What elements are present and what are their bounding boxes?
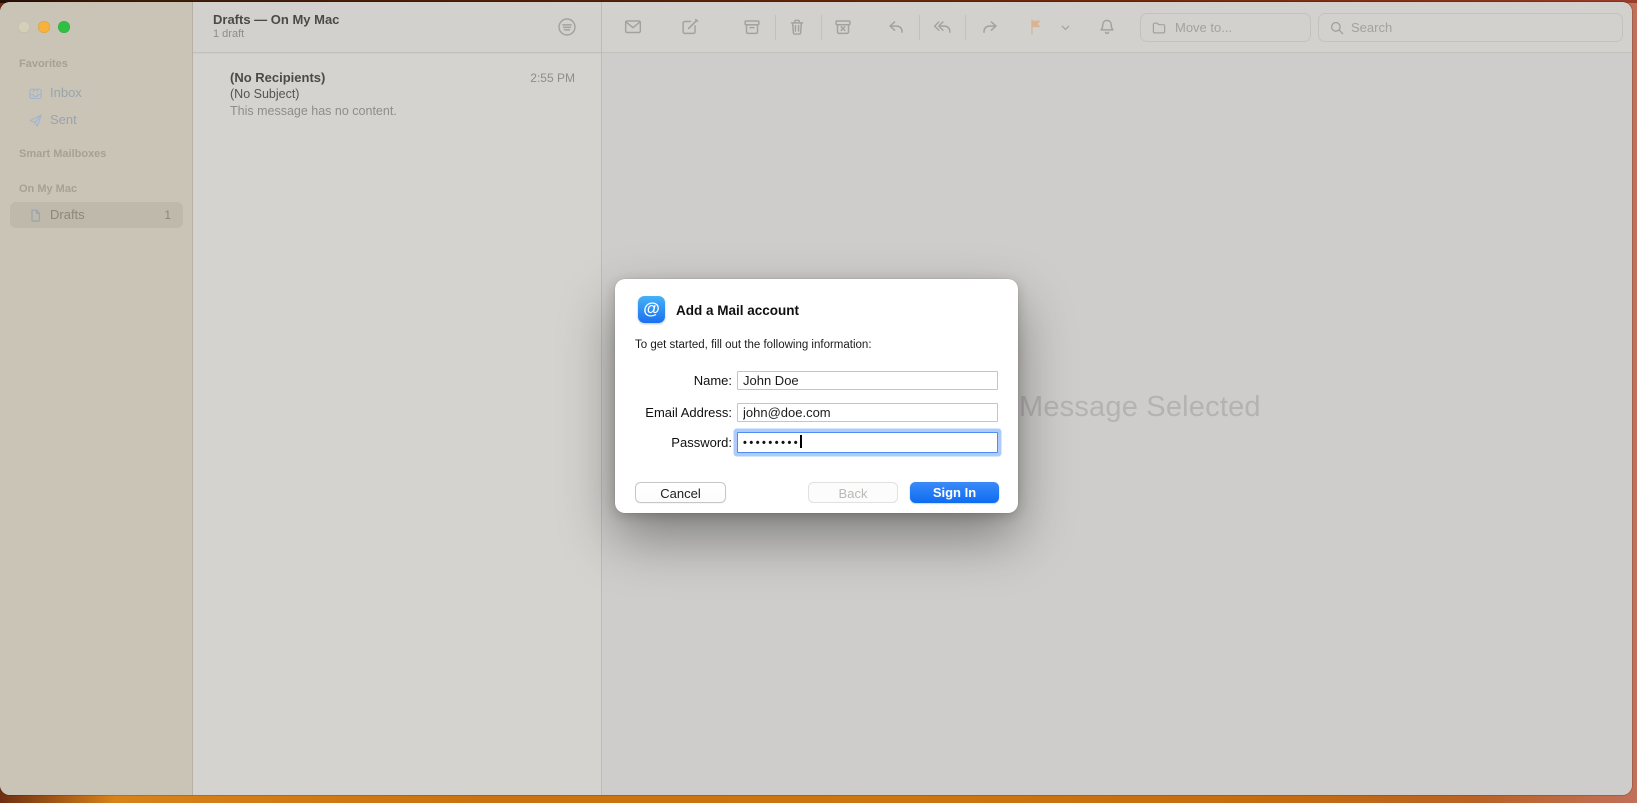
at-symbol-icon: @ — [638, 296, 665, 323]
window-close-button[interactable] — [18, 21, 30, 33]
sidebar-item-inbox[interactable]: Inbox — [6, 80, 186, 106]
flag-icon[interactable] — [1026, 16, 1048, 38]
paperplane-icon — [29, 114, 42, 127]
search-field[interactable] — [1318, 13, 1623, 42]
toolbar-divider — [775, 15, 776, 40]
chevron-down-icon[interactable] — [1059, 21, 1072, 34]
reply-all-icon[interactable] — [931, 16, 953, 38]
email-field-row: Email Address: — [615, 403, 1018, 423]
window-minimize-button[interactable] — [38, 21, 50, 33]
forward-icon[interactable] — [979, 16, 1001, 38]
sidebar-section-smart-mailboxes: Smart Mailboxes — [19, 148, 107, 160]
password-field-row: Password: ••••••••• — [615, 432, 1018, 453]
cancel-button[interactable]: Cancel — [635, 482, 726, 503]
email-address-label: Email Address: — [645, 405, 732, 420]
sidebar-item-label: Drafts — [50, 207, 85, 222]
message-list: (No Recipients) 2:55 PM (No Subject) Thi… — [193, 54, 601, 795]
filter-icon[interactable] — [556, 16, 578, 38]
sidebar-item-drafts[interactable]: Drafts 1 — [10, 202, 183, 228]
window-zoom-button[interactable] — [58, 21, 70, 33]
inbox-icon — [29, 88, 42, 100]
move-to-button[interactable]: Move to... — [1140, 13, 1311, 42]
email-address-input[interactable] — [737, 403, 998, 422]
mute-bell-icon[interactable] — [1096, 16, 1118, 38]
window-subtitle: 1 draft — [213, 28, 245, 40]
message-subject: (No Subject) — [230, 87, 300, 101]
message-preview: This message has no content. — [230, 104, 397, 118]
add-mail-account-dialog: @ Add a Mail account To get started, fil… — [615, 279, 1018, 513]
toolbar: Drafts — On My Mac 1 draft Move to... Se… — [193, 2, 1632, 53]
password-label: Password: — [671, 435, 732, 450]
move-to-label: Move to... — [1175, 20, 1233, 35]
name-field-row: Name: — [615, 371, 1018, 391]
junk-icon[interactable] — [832, 16, 854, 38]
pane-divider[interactable] — [601, 2, 602, 795]
compose-icon[interactable] — [679, 16, 701, 38]
window-title: Drafts — On My Mac — [213, 12, 340, 27]
sidebar-item-sent[interactable]: Sent — [6, 107, 186, 133]
toolbar-divider — [965, 15, 966, 40]
toolbar-divider — [919, 15, 920, 40]
sidebar-item-label: Inbox — [50, 85, 82, 100]
text-cursor — [800, 435, 802, 448]
dialog-title: Add a Mail account — [676, 303, 800, 318]
sign-in-button[interactable]: Sign In — [910, 482, 999, 503]
sidebar-item-label: Sent — [50, 112, 77, 127]
folder-icon — [1152, 22, 1166, 34]
password-input[interactable]: ••••••••• — [737, 432, 998, 453]
dialog-subtitle: To get started, fill out the following i… — [635, 339, 872, 351]
search-icon — [1330, 21, 1344, 35]
drafts-count-badge: 1 — [164, 208, 171, 222]
new-message-icon[interactable] — [622, 16, 644, 38]
archive-icon[interactable] — [741, 16, 763, 38]
back-button[interactable]: Back — [808, 482, 898, 503]
trash-icon[interactable] — [786, 16, 808, 38]
message-list-item[interactable]: (No Recipients) 2:55 PM (No Subject) Thi… — [193, 62, 601, 124]
name-label: Name: — [693, 373, 732, 388]
sidebar-section-favorites: Favorites — [19, 58, 68, 70]
desktop: Favorites Inbox Sent Smart Mailboxes On … — [0, 0, 1637, 803]
sidebar-section-on-my-mac: On My Mac — [19, 183, 78, 195]
name-input[interactable] — [737, 371, 998, 390]
reply-icon[interactable] — [885, 16, 907, 38]
sidebar: Favorites Inbox Sent Smart Mailboxes On … — [0, 2, 193, 795]
password-masked-value: ••••••••• — [743, 437, 801, 449]
mail-window: Favorites Inbox Sent Smart Mailboxes On … — [0, 2, 1632, 795]
message-sender: (No Recipients) — [230, 70, 326, 85]
message-time: 2:55 PM — [530, 71, 575, 85]
search-input[interactable] — [1351, 15, 1618, 40]
document-icon — [31, 209, 40, 222]
toolbar-divider — [821, 15, 822, 40]
